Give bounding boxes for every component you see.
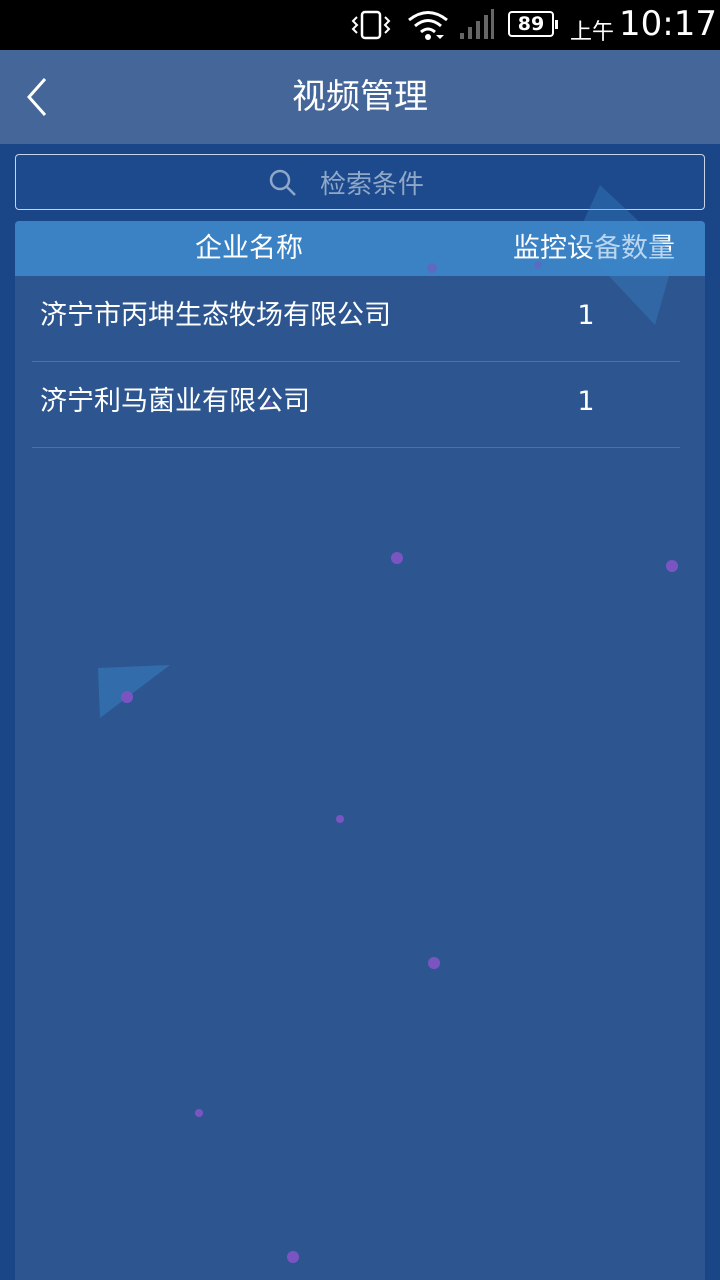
table-body: 济宁市丙坤生态牧场有限公司 1 济宁利马菌业有限公司 1 bbox=[15, 276, 705, 448]
search-input[interactable]: 检索条件 bbox=[15, 154, 705, 210]
row-divider bbox=[32, 446, 680, 448]
signal-icon bbox=[460, 9, 494, 39]
status-bar: 89 上午 10:17 bbox=[0, 0, 720, 50]
back-button[interactable] bbox=[14, 70, 64, 124]
table-row[interactable]: 济宁市丙坤生态牧场有限公司 1 bbox=[15, 276, 705, 362]
column-header-device-count: 监控设备数量 bbox=[513, 233, 675, 264]
header-bar: 视频管理 bbox=[0, 50, 720, 144]
chevron-left-icon bbox=[26, 78, 47, 116]
vibrate-icon bbox=[351, 10, 391, 40]
column-header-company: 企业名称 bbox=[195, 233, 303, 264]
clock-ampm: 上午 bbox=[570, 20, 615, 45]
company-table: 企业名称 监控设备数量 济宁市丙坤生态牧场有限公司 1 济宁利马菌业有限公司 1 bbox=[15, 221, 705, 1280]
table-row[interactable]: 济宁利马菌业有限公司 1 bbox=[15, 362, 705, 448]
company-name: 济宁市丙坤生态牧场有限公司 bbox=[40, 300, 391, 331]
battery-icon: 89 bbox=[508, 11, 558, 37]
clock-time: 10:17 bbox=[619, 4, 717, 44]
search-icon bbox=[269, 169, 296, 196]
table-header: 企业名称 监控设备数量 bbox=[15, 221, 705, 276]
search-placeholder: 检索条件 bbox=[320, 170, 425, 200]
device-count: 1 bbox=[577, 386, 595, 417]
page-title: 视频管理 bbox=[292, 77, 428, 117]
wifi-icon bbox=[408, 11, 448, 40]
company-name: 济宁利马菌业有限公司 bbox=[40, 386, 310, 417]
device-count: 1 bbox=[577, 300, 595, 331]
